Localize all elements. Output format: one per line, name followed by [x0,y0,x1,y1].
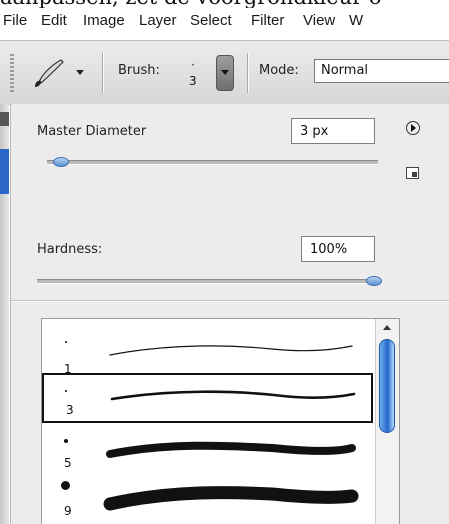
brush-stroke-preview [109,345,353,356]
mode-label: Mode: [259,63,299,78]
brush-preset-9[interactable]: 9 [42,473,373,523]
options-separator [102,53,103,93]
menu-select[interactable]: Select [190,12,232,29]
brush-list-scrollbar[interactable] [375,319,399,524]
menu-bar: File Edit Image Layer Select Filter View… [0,8,449,40]
brush-stroke-preview [110,390,356,401]
brush-tip-dot-icon [61,481,70,490]
scroll-up-arrow-icon[interactable] [383,325,391,330]
options-bar-grip[interactable] [10,54,14,92]
master-diameter-slider-thumb[interactable] [53,157,70,167]
brush-preset-size: 9 [64,504,72,518]
tool-options-bar: Brush: · 3 Mode: Normal [0,40,449,105]
brush-preset-size: 3 [66,403,74,417]
menu-file[interactable]: File [3,12,27,29]
menu-view[interactable]: View [303,12,335,29]
partial-document-text: aanpassen, zet de voorgrondkleur o [0,0,449,8]
brush-preset-list: 1 3 5 9 [41,318,400,524]
options-separator [247,53,248,93]
dock-collapse-tab[interactable] [0,112,9,126]
hardness-slider[interactable] [37,279,378,284]
menu-image[interactable]: Image [83,12,125,29]
brush-preview-dot-icon: · [191,58,195,72]
menu-layer[interactable]: Layer [139,12,177,29]
brush-preset-size: 5 [64,456,72,470]
master-diameter-input[interactable]: 3 px [291,118,375,144]
brush-preset-picker-panel: Master Diameter 3 px Hardness: 100% 1 3 … [10,104,449,524]
panel-menu-arrow-icon[interactable] [406,121,420,135]
master-diameter-label: Master Diameter [37,124,147,139]
brush-stroke-preview [103,486,359,511]
panel-divider [11,300,449,301]
brush-tip-dot-icon [64,439,68,443]
brush-picker-button[interactable] [216,55,234,91]
menu-filter[interactable]: Filter [251,12,284,29]
menu-edit[interactable]: Edit [41,12,67,29]
brush-tip-dot-icon [65,390,67,392]
brush-icon[interactable] [30,55,66,89]
brush-label: Brush: [118,63,160,78]
tool-preset-dropdown-icon[interactable] [76,70,84,75]
master-diameter-slider[interactable] [47,160,378,165]
brush-size-value: 3 [189,74,197,88]
hardness-slider-thumb[interactable] [366,276,382,286]
brush-tip-dot-icon [65,341,67,343]
panel-dock-edge [0,104,9,524]
hardness-label: Hardness: [37,242,103,257]
scrollbar-thumb[interactable] [379,339,395,433]
mode-select[interactable]: Normal [314,59,449,83]
hardness-input[interactable]: 100% [301,236,375,262]
menu-window[interactable]: W [349,12,363,29]
brush-preset-1[interactable]: 1 [42,322,373,376]
new-preset-icon[interactable] [406,167,419,179]
brush-stroke-preview [106,441,356,458]
brush-preset-5[interactable]: 5 [42,425,373,475]
dock-active-tab[interactable] [0,149,9,194]
brush-preset-3[interactable]: 3 [42,373,373,423]
